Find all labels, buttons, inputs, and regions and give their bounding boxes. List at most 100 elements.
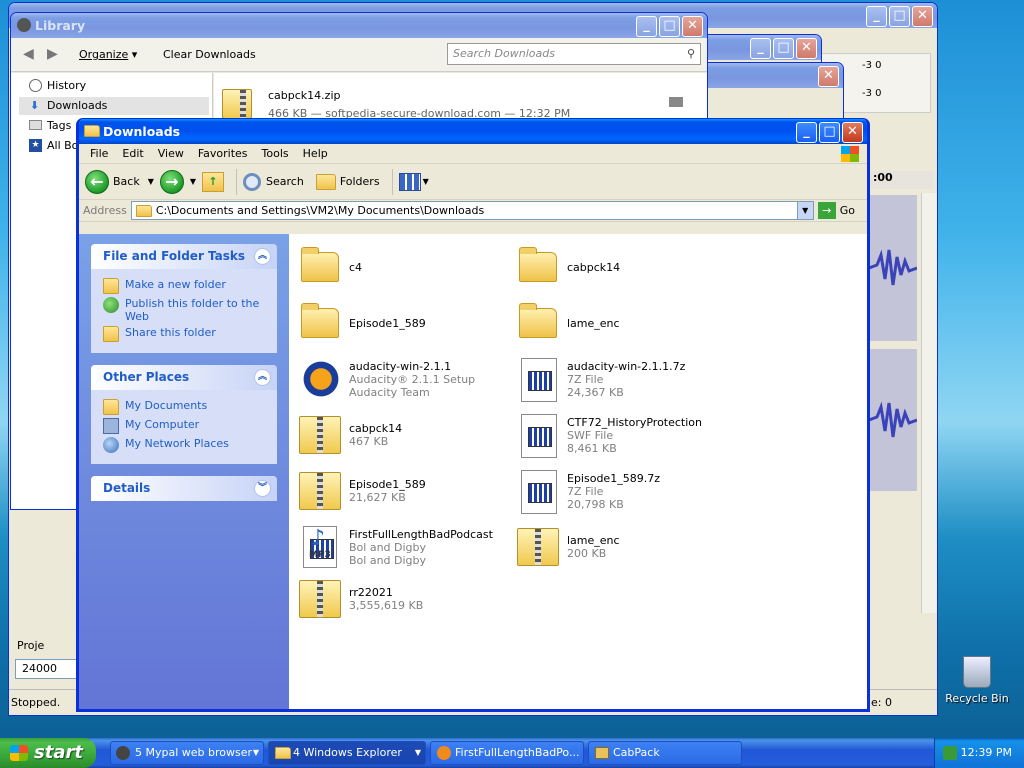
taskbar-item-audacity[interactable]: FirstFullLengthBadPo... — [430, 741, 584, 765]
tag-icon — [29, 120, 42, 130]
folder-icon — [297, 300, 343, 346]
close-button[interactable]: ✕ — [796, 38, 817, 59]
task-make-new-folder[interactable]: Make a new folder — [103, 278, 267, 294]
minimize-button[interactable]: _ — [636, 16, 657, 37]
file-item[interactable]: lame_enc — [515, 300, 725, 346]
vertical-scrollbar[interactable] — [921, 193, 937, 613]
taskbar-item-cabpack[interactable]: CabPack — [588, 741, 742, 765]
menu-tools[interactable]: Tools — [255, 147, 296, 160]
sidebar-item-downloads[interactable]: ⬇ Downloads — [19, 97, 209, 115]
taskbar-item-explorer[interactable]: 4 Windows Explorer ▼ — [268, 741, 426, 765]
file-item[interactable]: cabpck14 467 KB — [297, 412, 507, 458]
open-folder-icon[interactable] — [669, 97, 683, 107]
clear-downloads-button[interactable]: Clear Downloads — [163, 48, 256, 61]
search-downloads-input[interactable]: Search Downloads ⚲ — [447, 43, 701, 65]
folder-icon — [515, 300, 561, 346]
recycle-bin-shortcut[interactable]: Recycle Bin — [942, 656, 1012, 705]
panel-header[interactable]: File and Folder Tasks ︽ — [91, 244, 277, 269]
task-share-folder[interactable]: Share this folder — [103, 326, 267, 342]
menu-file[interactable]: File — [83, 147, 115, 160]
collapse-chevron-icon[interactable]: ︽ — [254, 369, 271, 386]
go-button[interactable]: → Go — [817, 202, 855, 219]
file-item[interactable]: Episode1_589 21,627 KB — [297, 468, 507, 514]
forward-arrow-icon[interactable]: ▶ — [47, 46, 58, 62]
file-item[interactable]: audacity-win-2.1.1 Audacity® 2.1.1 Setup A… — [297, 356, 507, 402]
dropdown-arrow-icon[interactable]: ▼ — [148, 177, 154, 186]
close-button[interactable]: ✕ — [842, 122, 863, 143]
browser-icon — [116, 746, 130, 760]
safely-remove-icon[interactable] — [943, 746, 957, 760]
maximize-button[interactable]: □ — [819, 122, 840, 143]
download-row[interactable]: cabpck14.zip 466 KB — softpedia-secure-d… — [214, 83, 707, 126]
place-my-computer[interactable]: My Computer — [103, 418, 267, 434]
sidebar-label: Downloads — [47, 99, 108, 112]
file-item[interactable]: c4 — [297, 244, 507, 290]
dropdown-arrow-icon[interactable]: ▼ — [423, 177, 429, 186]
waveform-track — [868, 349, 918, 491]
place-my-documents[interactable]: My Documents — [103, 399, 267, 415]
place-my-network-places[interactable]: My Network Places — [103, 437, 267, 453]
panel-title: Other Places — [103, 370, 190, 384]
close-button[interactable]: ✕ — [682, 16, 703, 37]
search-button[interactable]: Search — [243, 172, 304, 191]
back-button[interactable]: ← Back ▼ — [85, 169, 154, 194]
maximize-button[interactable]: □ — [773, 38, 794, 59]
views-button[interactable]: ▼ — [398, 172, 429, 191]
place-label: My Computer — [125, 418, 200, 431]
menu-help[interactable]: Help — [296, 147, 335, 160]
file-item[interactable]: CTF72_HistoryProtection SWF File 8,461 KB — [515, 412, 725, 458]
file-detail: 21,627 KB — [349, 491, 406, 504]
minimize-button[interactable]: _ — [750, 38, 771, 59]
maximize-button[interactable]: □ — [889, 6, 910, 27]
other-places-panel: Other Places ︽ My Documents My Computer … — [91, 365, 277, 464]
standard-toolbar: ← Back ▼ → ▼ ↑ Search Folders ▼ — [79, 164, 867, 200]
library-app-icon — [17, 18, 31, 32]
file-item[interactable]: Episode1_589 — [297, 300, 507, 346]
close-button[interactable]: ✕ — [818, 66, 839, 87]
address-input[interactable]: C:\Documents and Settings\VM2\My Documen… — [130, 201, 814, 220]
maximize-button[interactable]: □ — [659, 16, 680, 37]
close-button[interactable]: ✕ — [912, 6, 933, 27]
file-item[interactable]: rr22021 3,555,619 KB — [297, 576, 507, 622]
project-rate-label: Proje — [17, 639, 45, 652]
project-rate-input[interactable]: 24000 — [15, 659, 77, 679]
file-item[interactable]: cabpck14 — [515, 244, 725, 290]
status-right-text: e: 0 — [871, 696, 892, 709]
back-arrow-icon: ← — [85, 169, 109, 194]
minimize-button[interactable]: _ — [866, 6, 887, 27]
taskbar: start 5 Mypal web browser ▼ 4 Windows Ex… — [0, 738, 1024, 768]
collapse-chevron-icon[interactable]: ︽ — [254, 248, 271, 265]
organize-button[interactable]: Organize ▾ — [79, 48, 137, 61]
folders-button[interactable]: Folders — [315, 173, 380, 190]
recycle-bin-icon — [963, 656, 991, 688]
back-arrow-icon[interactable]: ◀ — [23, 46, 34, 62]
expand-chevron-icon[interactable]: ︾ — [254, 480, 271, 497]
my-computer-icon — [103, 418, 119, 434]
file-item[interactable]: lame_enc 200 KB — [515, 524, 725, 570]
file-item[interactable]: Episode1_589.7z 7Z File 20,798 KB — [515, 468, 725, 514]
file-item[interactable]: audacity-win-2.1.1.7z 7Z File 24,367 KB — [515, 356, 725, 402]
menu-view[interactable]: View — [151, 147, 191, 160]
dropdown-arrow-icon[interactable]: ▼ — [190, 177, 196, 186]
file-item[interactable]: MP3 ♪ FirstFullLengthBadPodcast Bol and Dig… — [297, 524, 507, 570]
menu-favorites[interactable]: Favorites — [191, 147, 255, 160]
go-label: Go — [839, 204, 855, 217]
taskbar-item-mypal[interactable]: 5 Mypal web browser ▼ — [110, 741, 264, 765]
panel-header[interactable]: Details ︾ — [91, 476, 277, 501]
start-button[interactable]: start — [0, 738, 96, 768]
up-folder-button[interactable]: ↑ — [202, 171, 225, 192]
file-name: cabpck14 — [349, 422, 403, 435]
task-publish-folder[interactable]: Publish this folder to the Web — [103, 297, 267, 323]
search-placeholder: Search Downloads — [453, 47, 555, 60]
sidebar-item-history[interactable]: History — [19, 77, 209, 95]
task-label: Share this folder — [125, 326, 216, 339]
menu-edit[interactable]: Edit — [115, 147, 150, 160]
panel-header[interactable]: Other Places ︽ — [91, 365, 277, 390]
address-dropdown-icon[interactable]: ▼ — [796, 202, 813, 219]
bookmark-star-icon: ★ — [29, 139, 42, 152]
forward-button[interactable]: → ▼ — [159, 169, 196, 194]
place-label: My Documents — [125, 399, 208, 412]
panel-title: Details — [103, 481, 151, 495]
sidebar-label: Tags — [47, 119, 72, 132]
minimize-button[interactable]: _ — [796, 122, 817, 143]
